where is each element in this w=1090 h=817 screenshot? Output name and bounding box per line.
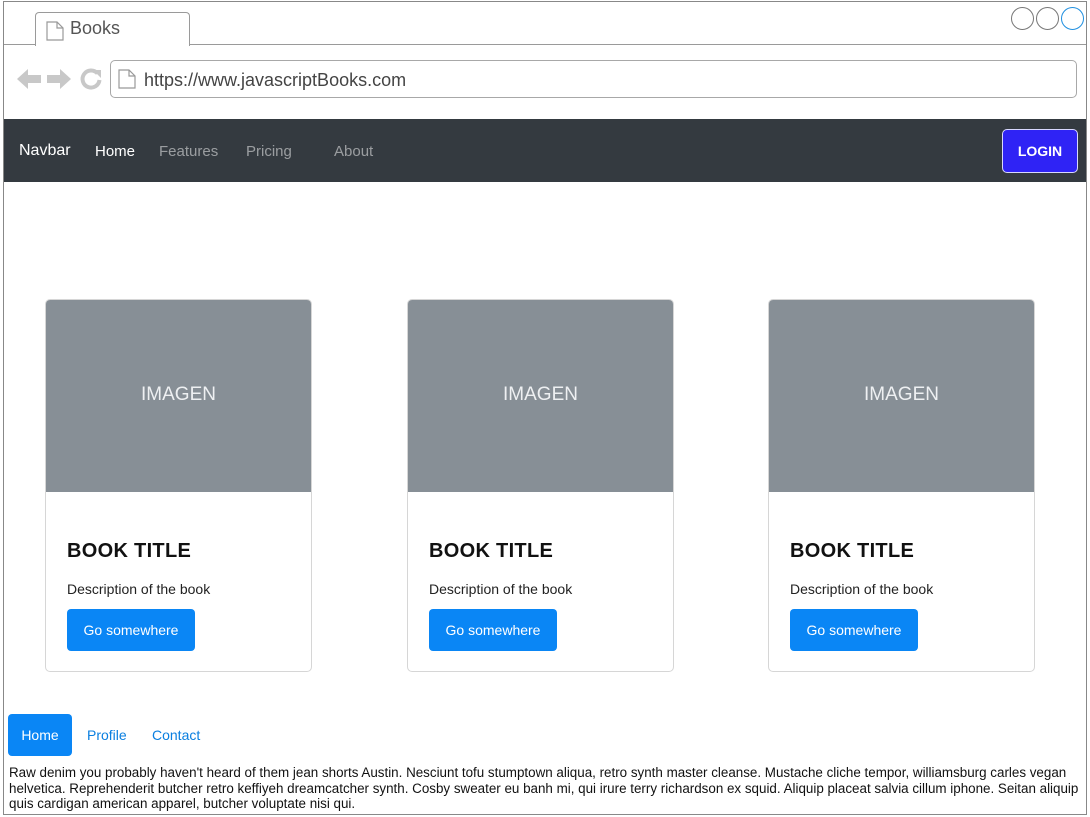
go-somewhere-button[interactable]: Go somewhere — [790, 609, 918, 651]
login-button[interactable]: LOGIN — [1002, 129, 1078, 173]
reload-icon[interactable] — [79, 67, 103, 96]
nav-link-features[interactable]: Features — [159, 143, 218, 160]
nav-link-about[interactable]: About — [334, 143, 373, 160]
card-image-placeholder: IMAGEN — [769, 300, 1034, 492]
tab-strip: Books — [4, 2, 1086, 46]
card-title: BOOK TITLE — [790, 540, 915, 562]
nav-link-pricing[interactable]: Pricing — [246, 143, 292, 160]
book-card: IMAGEN BOOK TITLE Description of the boo… — [45, 299, 312, 672]
window-controls — [1011, 7, 1084, 30]
card-description: Description of the book — [429, 581, 573, 597]
maximize-circle-icon[interactable] — [1036, 7, 1059, 30]
nav-link-home[interactable]: Home — [95, 143, 135, 160]
navbar-brand[interactable]: Navbar — [19, 142, 71, 160]
card-description: Description of the book — [790, 581, 934, 597]
card-image-placeholder: IMAGEN — [408, 300, 673, 492]
close-circle-icon[interactable] — [1061, 7, 1084, 30]
book-card: IMAGEN BOOK TITLE Description of the boo… — [768, 299, 1035, 672]
card-description: Description of the book — [67, 581, 211, 597]
card-title: BOOK TITLE — [67, 540, 192, 562]
navbar: Navbar Home Features Pricing About LOGIN — [4, 119, 1086, 182]
url-input[interactable]: https://www.javascriptBooks.com — [110, 60, 1077, 98]
document-icon — [46, 21, 64, 46]
address-bar: https://www.javascriptBooks.com — [4, 46, 1086, 119]
forward-arrow-icon[interactable] — [46, 67, 72, 96]
card-title: BOOK TITLE — [429, 540, 554, 562]
pill-home[interactable]: Home — [8, 714, 72, 756]
go-somewhere-button[interactable]: Go somewhere — [67, 609, 195, 651]
back-arrow-icon[interactable] — [16, 67, 42, 96]
browser-tab[interactable]: Books — [35, 12, 190, 46]
tab-content-text: Raw denim you probably haven't heard of … — [9, 765, 1079, 811]
browser-window: Books https://www.javascriptBooks.com Na… — [3, 1, 1087, 815]
url-text: https://www.javascriptBooks.com — [144, 70, 407, 90]
pill-contact[interactable]: Contact — [152, 714, 200, 756]
tab-title: Books — [70, 18, 121, 38]
page-document-icon — [118, 69, 136, 94]
go-somewhere-button[interactable]: Go somewhere — [429, 609, 557, 651]
card-image-placeholder: IMAGEN — [46, 300, 311, 492]
pill-profile[interactable]: Profile — [87, 714, 127, 756]
minimize-circle-icon[interactable] — [1011, 7, 1034, 30]
book-card: IMAGEN BOOK TITLE Description of the boo… — [407, 299, 674, 672]
